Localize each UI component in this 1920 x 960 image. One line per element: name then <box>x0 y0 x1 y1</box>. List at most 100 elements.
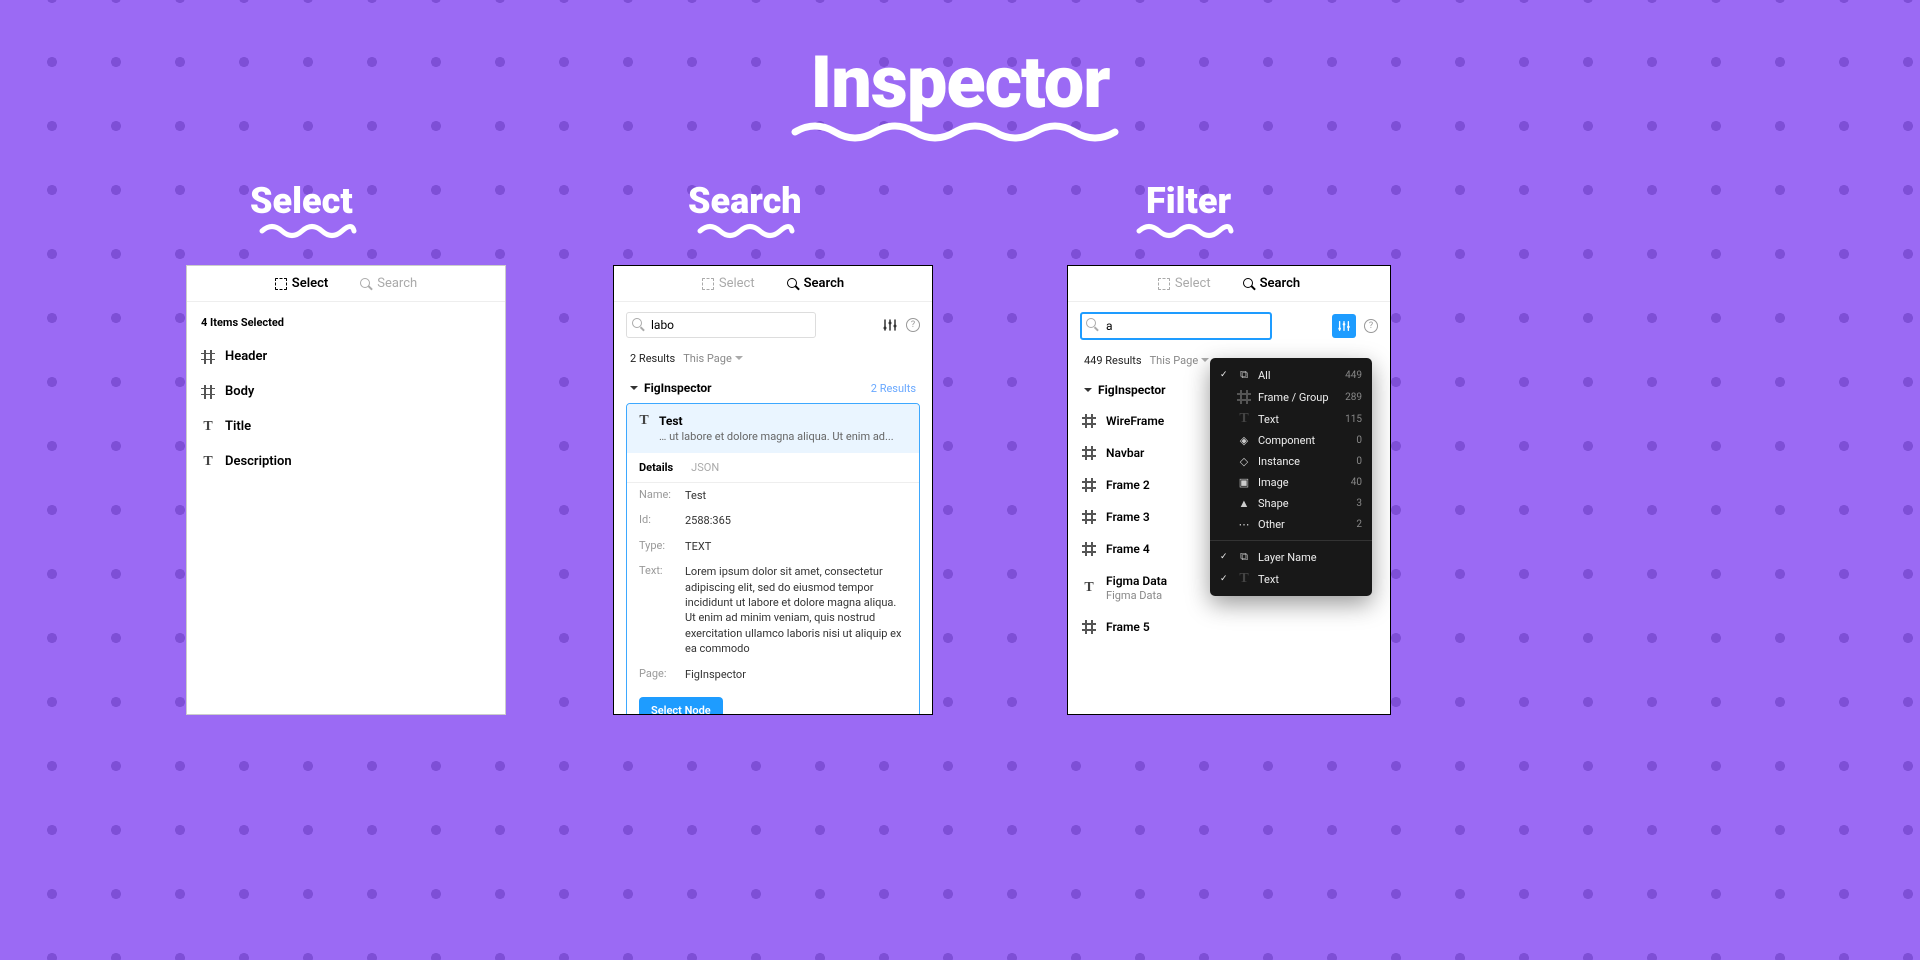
layers-icon: ⧉ <box>1240 550 1248 564</box>
kv-key: Type: <box>639 539 685 554</box>
group-name: FigInspector <box>644 381 712 395</box>
filter-option[interactable]: ◈Component0 <box>1210 430 1372 451</box>
filter-count: 449 <box>1345 370 1362 381</box>
tab-select[interactable]: Select <box>702 276 755 291</box>
shape-icon: ▲ <box>1239 497 1250 510</box>
filter-count: 40 <box>1351 477 1362 488</box>
scope-selector[interactable]: This Page <box>683 352 742 365</box>
kv-key: Id: <box>639 513 685 528</box>
filters-button[interactable] <box>1332 314 1356 338</box>
search-input[interactable] <box>1080 312 1272 340</box>
filter-option[interactable]: ▲ Shape 3 <box>1210 493 1372 514</box>
frame-icon <box>201 385 215 399</box>
help-icon[interactable]: ? <box>906 318 920 332</box>
tab-label: Search <box>377 276 417 291</box>
searchin-option[interactable]: ✓TText <box>1210 568 1372 590</box>
group-header[interactable]: FigInspector 2 Results <box>614 369 932 403</box>
frame-icon <box>201 350 215 364</box>
kv-value: TEXT <box>685 539 907 554</box>
card-title: Test <box>659 414 894 428</box>
tab-label: Select <box>719 276 755 291</box>
filter-dropdown: ✓⧉All449Frame / Group289TText115◈Compone… <box>1210 358 1372 596</box>
node-label: Frame 2 <box>1106 478 1150 492</box>
filter-label: Component <box>1258 434 1349 447</box>
filter-label: All <box>1258 369 1338 382</box>
filter-option[interactable]: ▣Image40 <box>1210 472 1372 493</box>
filter-count: 3 <box>1356 498 1362 509</box>
tab-json[interactable]: JSON <box>691 461 719 474</box>
select-icon <box>1158 278 1170 290</box>
help-icon[interactable]: ? <box>1364 319 1378 333</box>
frame-icon <box>1082 542 1096 556</box>
node-label: WireFrame <box>1106 414 1164 428</box>
scope-selector[interactable]: This Page <box>1150 354 1209 367</box>
text-icon: T <box>1082 581 1096 595</box>
kv-key: Text: <box>639 564 685 656</box>
filter-count: 0 <box>1356 435 1362 446</box>
tab-label: Search <box>1260 276 1301 291</box>
panel-search: Select Search ? 2 Results This Page FigI… <box>613 265 933 715</box>
select-icon <box>702 278 714 290</box>
tab-select[interactable]: Select <box>275 276 328 291</box>
node-label: Frame 4 <box>1106 542 1150 556</box>
search-bar: ? <box>614 302 932 348</box>
item-label: Title <box>225 419 251 434</box>
tab-select[interactable]: Select <box>1158 276 1211 291</box>
section-title-filter: Filter <box>1146 180 1231 222</box>
selection-item[interactable]: Header <box>201 339 491 374</box>
node-label: Figma Data <box>1106 574 1167 588</box>
filter-option[interactable]: ⋯Other2 <box>1210 514 1372 535</box>
frame-icon <box>1082 414 1096 428</box>
filter-label: Frame / Group <box>1258 391 1338 404</box>
dropdown-divider <box>1210 540 1372 541</box>
node-label: Navbar <box>1106 446 1144 460</box>
search-icon <box>1243 278 1255 290</box>
results-count: 449 Results <box>1084 354 1142 367</box>
chevron-down-icon <box>735 354 743 362</box>
tab-label: Search <box>804 276 845 291</box>
searchin-label: Layer Name <box>1258 551 1362 564</box>
check-icon: ✓ <box>1220 552 1230 562</box>
frame-icon <box>1082 620 1096 634</box>
hero-title: Inspector <box>811 40 1110 125</box>
selection-item[interactable]: Body <box>201 374 491 409</box>
frame-icon <box>1082 510 1096 524</box>
hero-squiggle <box>790 120 1130 144</box>
group-count: 2 Results <box>871 382 916 395</box>
select-node-button[interactable]: Select Node <box>639 697 723 715</box>
filters-icon[interactable] <box>882 317 898 333</box>
filter-count: 2 <box>1356 519 1362 530</box>
image-icon: ▣ <box>1239 476 1249 489</box>
section-squiggle <box>696 222 796 240</box>
filter-label: Other <box>1258 518 1349 531</box>
filter-label: Instance <box>1258 455 1349 468</box>
filter-option[interactable]: ◇Instance0 <box>1210 451 1372 472</box>
kv-key: Page: <box>639 667 685 682</box>
chevron-down-icon <box>1201 356 1209 364</box>
filter-option[interactable]: TText115 <box>1210 408 1372 430</box>
search-icon <box>787 278 799 290</box>
tab-search[interactable]: Search <box>360 276 417 291</box>
filter-option[interactable]: Frame / Group289 <box>1210 386 1372 408</box>
selection-item[interactable]: T Description <box>201 444 491 479</box>
filter-label: Shape <box>1258 497 1349 510</box>
card-sub: … ut labore et dolore magna aliqua. Ut e… <box>659 430 894 443</box>
node-item[interactable]: Frame 5 <box>1068 611 1390 643</box>
text-icon: T <box>201 420 215 434</box>
results-line: 2 Results This Page <box>614 348 932 369</box>
selection-item[interactable]: T Title <box>201 409 491 444</box>
section-title-select: Select <box>250 180 353 222</box>
section-title-search: Search <box>688 180 802 222</box>
tab-label: Select <box>1175 276 1211 291</box>
tab-search[interactable]: Search <box>1243 276 1301 291</box>
searchin-option[interactable]: ✓ ⧉ Layer Name <box>1210 546 1372 568</box>
item-label: Description <box>225 454 292 469</box>
frame-icon <box>1082 478 1096 492</box>
tab-details[interactable]: Details <box>639 461 673 474</box>
search-input[interactable] <box>626 312 816 338</box>
tab-search[interactable]: Search <box>787 276 845 291</box>
result-card[interactable]: T Test … ut labore et dolore magna aliqu… <box>626 403 920 715</box>
filter-count: 0 <box>1356 456 1362 467</box>
filter-option[interactable]: ✓⧉All449 <box>1210 364 1372 386</box>
text-icon: T <box>201 455 215 469</box>
